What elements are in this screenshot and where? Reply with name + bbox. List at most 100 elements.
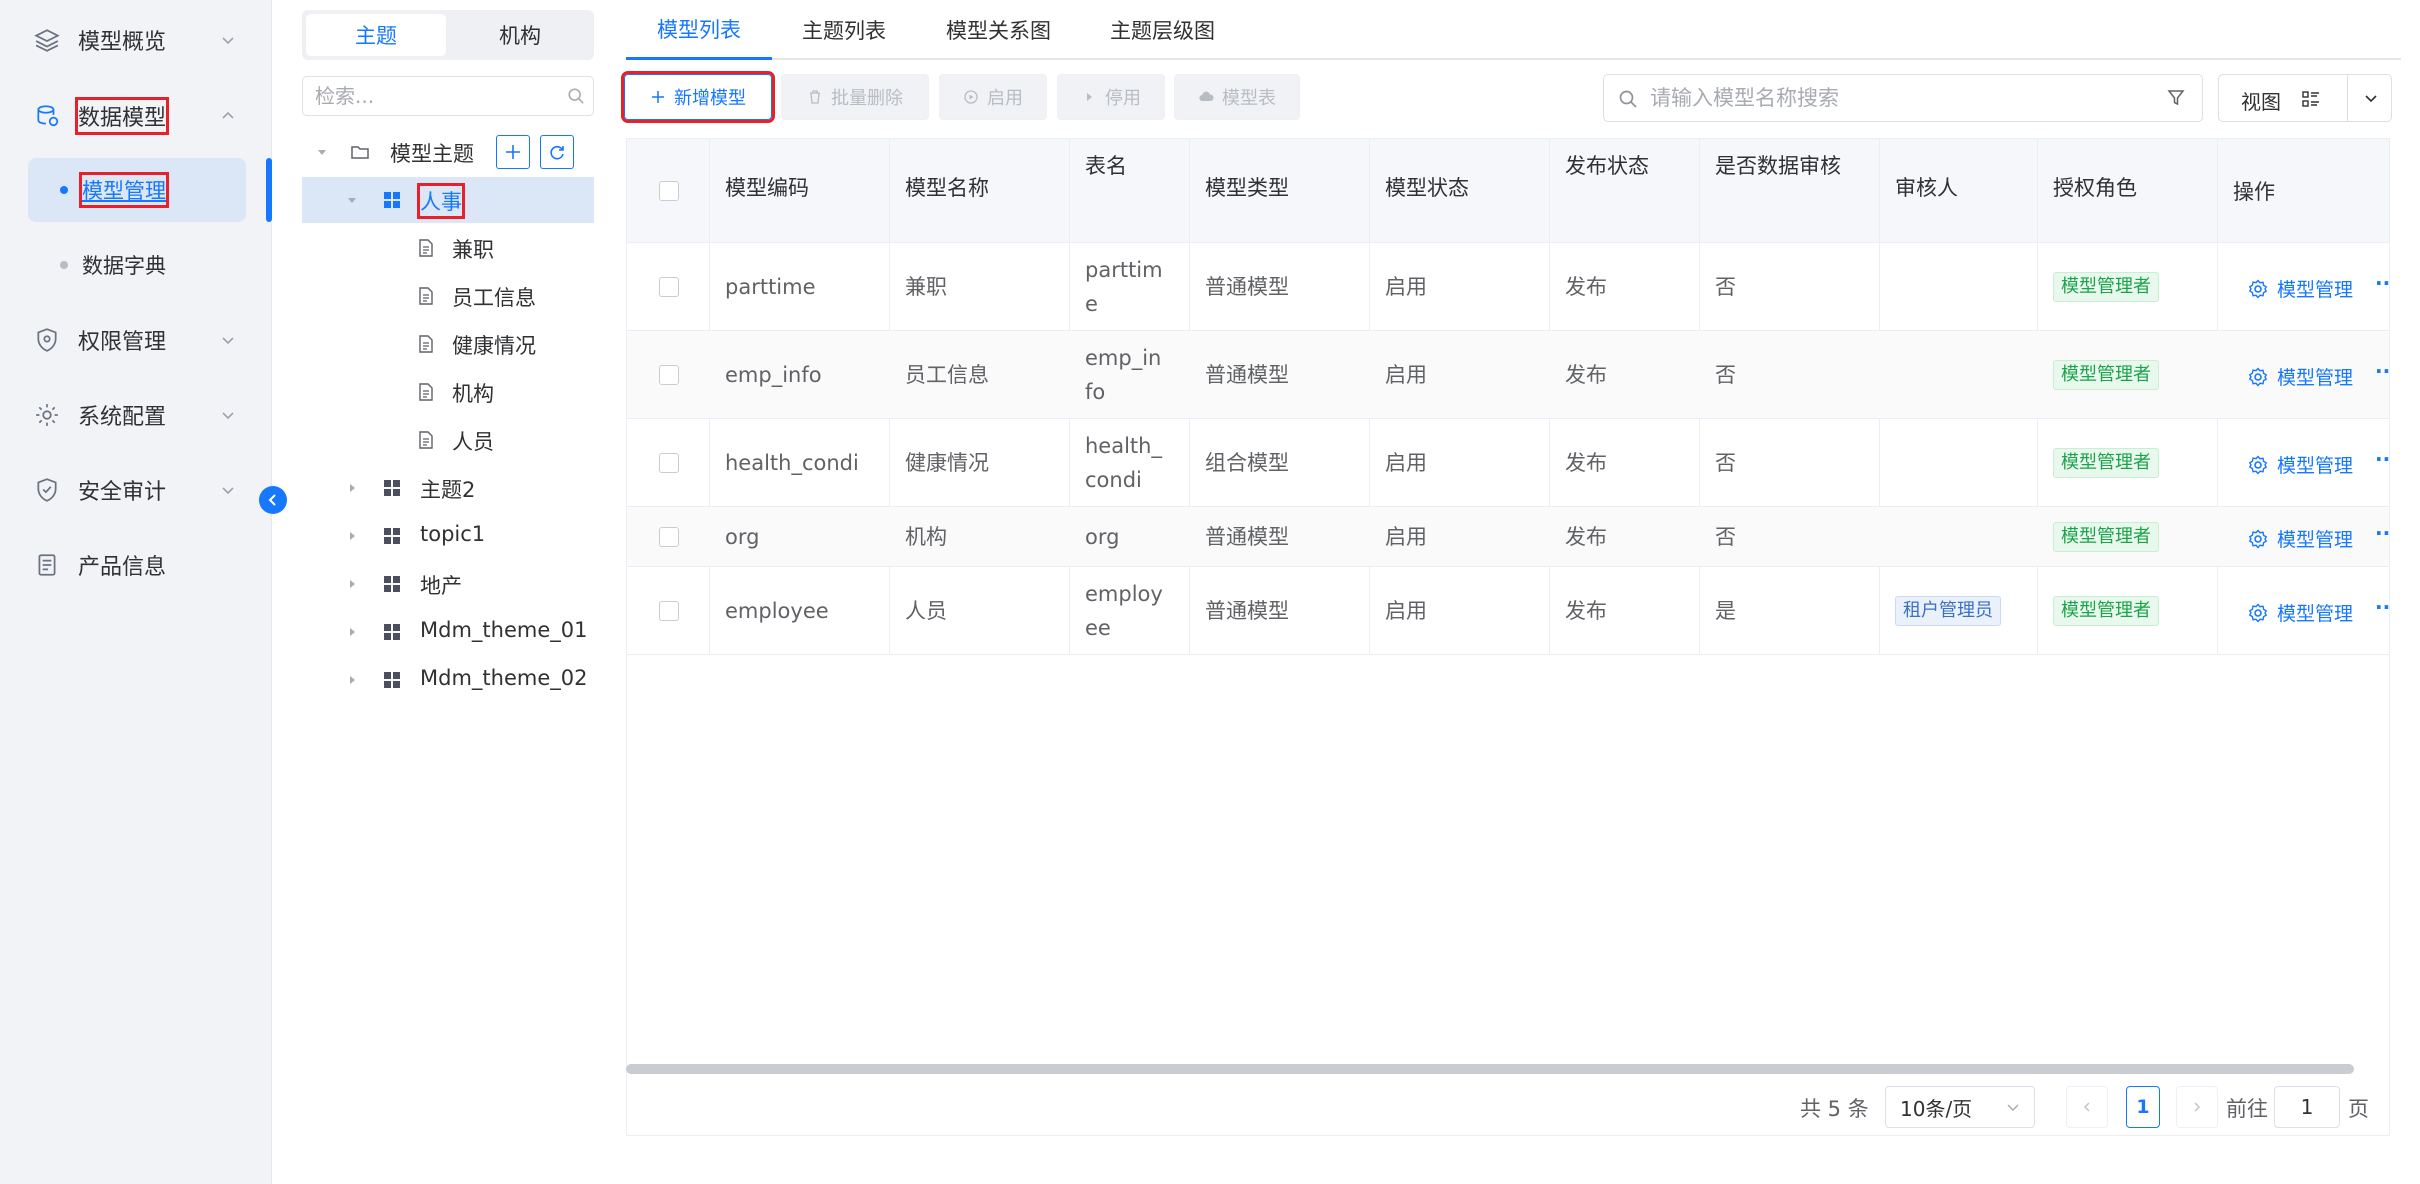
view-label[interactable]: 视图 — [2241, 86, 2281, 115]
tree-node-label: 健康情况 — [452, 334, 536, 358]
tree-leaf-parttime[interactable]: 兼职 — [302, 225, 594, 271]
file-icon — [419, 335, 433, 353]
model-search — [1603, 74, 2203, 122]
caret-right-icon[interactable] — [346, 482, 358, 494]
tree-node-topic1[interactable]: topic1 — [302, 513, 594, 559]
select-all-checkbox[interactable] — [659, 181, 679, 201]
tree-node-topic2[interactable]: 主题2 — [302, 465, 594, 511]
caret-right-icon[interactable] — [346, 530, 358, 542]
nav-security-audit[interactable]: 安全审计 — [28, 458, 248, 522]
model-manage-link[interactable]: 模型管理 — [2247, 599, 2353, 626]
caret-down-icon[interactable] — [346, 194, 358, 206]
tree-node-label: 人员 — [452, 430, 494, 454]
tree-leaf-health[interactable]: 健康情况 — [302, 321, 594, 367]
cell-type: 组合模型 — [1205, 451, 1289, 475]
tree-node-realestate[interactable]: 地产 — [302, 561, 594, 607]
next-page-button[interactable] — [2176, 1086, 2218, 1128]
table-row[interactable]: emp_info 员工信息 emp_in fo 普通模型 启用 发布 否 模型管… — [627, 331, 2389, 419]
cell-name: 人员 — [905, 599, 947, 623]
cell-name: 健康情况 — [905, 451, 989, 475]
horizontal-scrollbar[interactable] — [626, 1064, 2354, 1074]
tree-leaf-org[interactable]: 机构 — [302, 369, 594, 415]
collapse-sidebar-button[interactable] — [259, 486, 287, 514]
cell-audit: 是 — [1715, 599, 1736, 623]
prev-page-button[interactable] — [2066, 1086, 2108, 1128]
nav-product-info[interactable]: 产品信息 — [28, 533, 248, 597]
tree-leaf-person[interactable]: 人员 — [302, 417, 594, 463]
tree-search-input[interactable] — [303, 77, 543, 115]
cell-table: org — [1085, 525, 1120, 549]
caret-down-icon[interactable] — [316, 146, 328, 158]
table-row[interactable]: employee 人员 employ ee 普通模型 启用 发布 是 租户管理员… — [627, 567, 2389, 655]
gear-icon — [2248, 278, 2268, 299]
nav-permission[interactable]: 权限管理 — [28, 308, 248, 372]
cell-status: 启用 — [1385, 363, 1427, 387]
model-search-input[interactable] — [1650, 75, 2150, 121]
chevron-down-icon — [222, 412, 234, 420]
column-header: 是否数据审核 — [1715, 154, 1841, 178]
more-actions[interactable]: ·· — [2375, 447, 2389, 471]
page-number-1[interactable]: 1 — [2126, 1086, 2160, 1128]
document-icon — [38, 554, 56, 576]
table-row[interactable]: parttime 兼职 parttim e 普通模型 启用 发布 否 模型管理者… — [627, 243, 2389, 331]
segment-org[interactable]: 机构 — [450, 14, 590, 56]
tree-node-hr[interactable]: 人事 — [302, 177, 594, 223]
model-manage-link[interactable]: 模型管理 — [2247, 451, 2353, 478]
search-icon[interactable] — [567, 87, 585, 105]
list-view-icon[interactable] — [2301, 89, 2321, 109]
add-model-button[interactable]: 新增模型 — [621, 71, 775, 123]
enable-button[interactable]: 启用 — [939, 74, 1047, 120]
more-actions[interactable]: ·· — [2375, 595, 2389, 619]
filter-icon[interactable] — [2166, 88, 2186, 108]
caret-right-icon[interactable] — [346, 578, 358, 590]
caret-right-icon[interactable] — [346, 674, 358, 686]
button-label: 新增模型 — [674, 88, 746, 109]
op-label: 模型管理 — [2277, 455, 2354, 477]
row-checkbox[interactable] — [659, 453, 679, 473]
more-actions[interactable]: ·· — [2375, 359, 2389, 383]
tab-topic-hierarchy[interactable]: 主题层级图 — [1110, 0, 1215, 60]
row-checkbox[interactable] — [659, 527, 679, 547]
nav-model-overview[interactable]: 模型概览 — [28, 8, 248, 72]
role-tag: 模型管理者 — [2053, 448, 2159, 478]
tree-node-mdm-theme-01[interactable]: Mdm_theme_01 — [302, 609, 594, 655]
view-dropdown-button[interactable] — [2347, 75, 2393, 121]
tab-model-list[interactable]: 模型列表 — [626, 0, 772, 60]
more-actions[interactable]: ·· — [2375, 521, 2389, 545]
table-row[interactable]: health_condi 健康情况 health_ condi 组合模型 启用 … — [627, 419, 2389, 507]
tree-node-mdm-theme-02[interactable]: Mdm_theme_02 — [302, 657, 594, 703]
role-tag: 模型管理者 — [2053, 522, 2159, 552]
tab-model-relation[interactable]: 模型关系图 — [946, 0, 1051, 60]
tab-topic-list[interactable]: 主题列表 — [802, 0, 886, 60]
file-icon — [419, 431, 433, 449]
subnav-data-dictionary[interactable]: 数据字典 — [28, 233, 246, 297]
batch-delete-button[interactable]: 批量删除 — [781, 74, 929, 120]
tree-leaf-emp-info[interactable]: 员工信息 — [302, 273, 594, 319]
row-checkbox[interactable] — [659, 601, 679, 621]
more-actions[interactable]: ·· — [2375, 271, 2389, 295]
column-header: 模型状态 — [1385, 176, 1469, 200]
nav-system-config[interactable]: 系统配置 — [28, 383, 248, 447]
nav-data-model[interactable]: 数据模型 — [28, 84, 248, 148]
page-size-select[interactable]: 10条/页 — [1885, 1086, 2035, 1128]
add-topic-button[interactable] — [496, 135, 530, 169]
table-row[interactable]: org 机构 org 普通模型 启用 发布 否 模型管理者 模型管理 ·· — [627, 507, 2389, 567]
refresh-tree-button[interactable] — [540, 135, 574, 169]
model-manage-link[interactable]: 模型管理 — [2247, 525, 2353, 552]
segment-topic[interactable]: 主题 — [306, 14, 446, 56]
row-checkbox[interactable] — [659, 365, 679, 385]
caret-right-icon[interactable] — [346, 626, 358, 638]
cell-publish: 发布 — [1565, 275, 1607, 299]
role-tag: 模型管理者 — [2053, 272, 2159, 302]
model-table: 模型编码 模型名称 表名 模型类型 模型状态 发布状态 是否数据审核 审核人 授… — [626, 138, 2390, 1136]
model-table-button[interactable]: 模型表 — [1174, 74, 1300, 120]
subnav-model-management[interactable]: 模型管理 — [28, 158, 246, 222]
model-manage-link[interactable]: 模型管理 — [2247, 363, 2353, 390]
grid-icon — [384, 624, 400, 640]
row-checkbox[interactable] — [659, 277, 679, 297]
disable-button[interactable]: 停用 — [1057, 74, 1165, 120]
cell-table: health_ — [1085, 434, 1162, 458]
goto-page-input[interactable] — [2274, 1086, 2340, 1128]
cell-name: 兼职 — [905, 275, 947, 299]
model-manage-link[interactable]: 模型管理 — [2247, 275, 2353, 302]
